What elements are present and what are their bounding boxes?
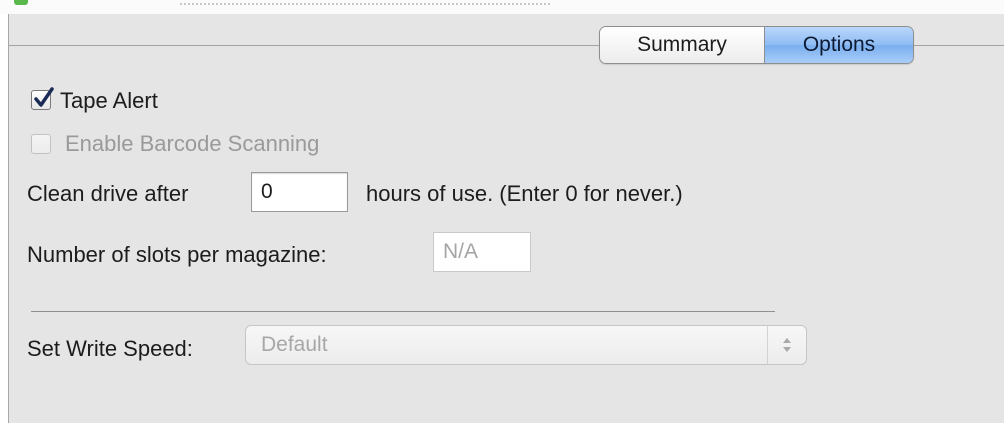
write-speed-label: Set Write Speed:: [27, 336, 193, 361]
slots-label: Number of slots per magazine:: [27, 242, 327, 267]
options-panel: Summary Options Tape Alert Enable Barcod…: [8, 14, 1004, 423]
write-speed-value: Default: [261, 333, 328, 356]
slots-row: Number of slots per magazine:: [9, 232, 709, 276]
clean-drive-row: Clean drive after hours of use. (Enter 0…: [9, 169, 909, 213]
tape-alert-row: Tape Alert: [31, 87, 331, 114]
tape-alert-checkbox[interactable]: [31, 87, 54, 110]
slots-per-magazine-input[interactable]: [433, 232, 531, 272]
tab-summary[interactable]: Summary: [600, 27, 765, 63]
barcode-scanning-checkbox[interactable]: [31, 134, 51, 154]
barcode-scanning-row: Enable Barcode Scanning: [31, 131, 431, 157]
status-indicator-icon: [14, 0, 28, 5]
separator: [31, 311, 775, 312]
write-speed-popup[interactable]: Default: [245, 325, 807, 365]
truncated-content: [180, 3, 550, 9]
barcode-scanning-label: Enable Barcode Scanning: [65, 131, 320, 156]
up-down-arrows-icon: [767, 326, 806, 364]
tab-control: Summary Options: [599, 26, 914, 64]
clean-drive-prefix: Clean drive after: [27, 181, 189, 206]
tab-options[interactable]: Options: [765, 27, 913, 63]
top-strip: [0, 0, 1004, 14]
clean-drive-hours-input[interactable]: [251, 172, 348, 212]
checkmark-icon: [34, 87, 54, 107]
clean-drive-suffix: hours of use. (Enter 0 for never.): [366, 181, 683, 206]
tape-alert-label: Tape Alert: [60, 88, 158, 113]
